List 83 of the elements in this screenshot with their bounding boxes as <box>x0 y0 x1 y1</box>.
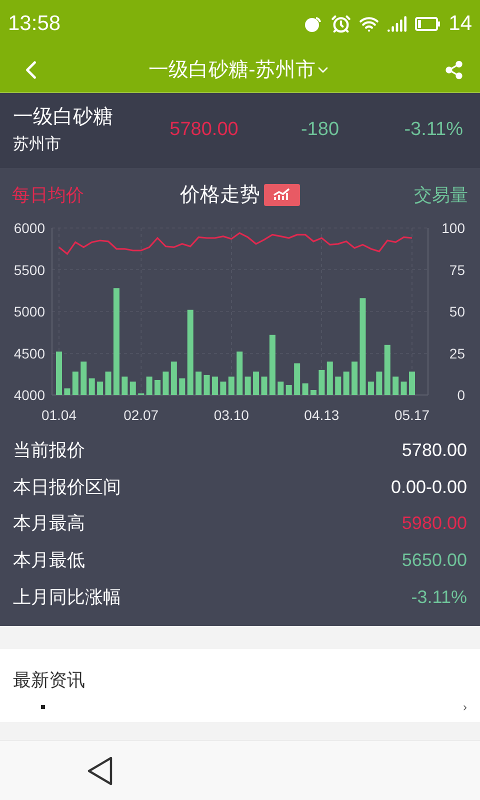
city-name: 苏州市 <box>13 134 62 154</box>
volume-bar <box>269 334 276 395</box>
volume-bar <box>154 380 160 395</box>
stat-label: 当前报价 <box>13 438 85 462</box>
axis-label: 03.10 <box>214 407 249 423</box>
axis-label: 0 <box>457 387 465 403</box>
volume-bar <box>368 382 374 395</box>
volume-bar <box>72 372 78 395</box>
volume-bar <box>97 382 104 395</box>
volume-bar <box>162 372 169 395</box>
clock-time: 13:58 <box>8 10 61 37</box>
volume-bar <box>400 382 407 395</box>
battery-level: 14 <box>448 10 472 37</box>
axis-label: 25 <box>449 345 465 362</box>
volume-bar <box>278 382 284 395</box>
stat-value: 0.00-0.00 <box>390 476 467 499</box>
stat-label: 本月最高 <box>13 512 85 536</box>
volume-bar <box>310 390 316 395</box>
volume-bar <box>302 383 308 395</box>
stat-label: 本月最低 <box>13 549 85 572</box>
volume-bar <box>244 376 251 395</box>
volume-bar <box>376 372 382 395</box>
volume-bar <box>352 362 358 395</box>
volume-bar <box>122 376 128 395</box>
volume-bar <box>236 352 243 395</box>
volume-bar <box>88 378 95 395</box>
stat-value: -3.11% <box>411 586 467 610</box>
volume-legend: 交易量 <box>328 182 468 208</box>
volume-bar <box>343 372 350 395</box>
percent-change: -3.11% <box>403 118 464 142</box>
stat-label: 本日报价区间 <box>13 476 121 499</box>
volume-bar <box>286 384 292 395</box>
axis-label: 5500 <box>14 262 45 278</box>
volume-bar <box>179 378 186 395</box>
price-change: -180 <box>300 118 340 142</box>
axis-label: 6000 <box>14 220 45 236</box>
volume-bar <box>318 370 325 395</box>
battery-icon <box>414 16 441 32</box>
news-title: 最新资讯 <box>13 669 86 692</box>
volume-bar <box>253 372 260 395</box>
axis-label: 5000 <box>14 304 45 320</box>
product-name: 一级白砂糖 <box>13 104 114 130</box>
back-nav-icon[interactable] <box>87 756 113 786</box>
volume-bar <box>196 372 202 395</box>
volume-bar <box>130 382 136 395</box>
volume-bar <box>220 382 226 395</box>
chart-type-icon[interactable] <box>264 184 300 206</box>
volume-bar <box>335 376 342 395</box>
axis-label: 05.17 <box>394 407 430 423</box>
chart-title: 价格走势 <box>180 183 260 208</box>
volume-bar <box>294 363 300 395</box>
volume-bar <box>212 376 218 395</box>
volume-bar <box>392 376 399 395</box>
volume-bar <box>326 362 333 395</box>
volume-bar <box>64 388 70 395</box>
axis-label: 50 <box>449 304 465 320</box>
signal-icon <box>386 14 407 34</box>
volume-bar <box>105 372 112 395</box>
stat-value: 5650.00 <box>402 549 467 572</box>
volume-bar <box>228 376 234 395</box>
price-value: 5780.00 <box>168 118 240 142</box>
price-legend: 每日均价 <box>12 182 152 208</box>
volume-bar <box>409 372 415 395</box>
volume-bar <box>146 376 152 395</box>
stat-label: 上月同比涨幅 <box>13 586 121 610</box>
alarm-icon <box>330 14 351 34</box>
share-icon <box>444 60 464 80</box>
volume-bar <box>56 352 62 395</box>
volume-bar <box>170 362 177 395</box>
volume-bar <box>384 344 390 395</box>
axis-label: 04.13 <box>304 407 340 423</box>
axis-label: 02.07 <box>124 407 159 423</box>
axis-label: 4500 <box>14 345 45 362</box>
volume-bar <box>80 362 87 395</box>
axis-label: 100 <box>442 220 465 236</box>
more-arrow[interactable]: › <box>463 698 467 716</box>
stat-value: 5980.00 <box>402 512 467 536</box>
volume-bar <box>261 376 268 395</box>
axis-label: 75 <box>449 262 465 278</box>
stat-value: 5780.00 <box>402 438 467 462</box>
axis-label: 01.04 <box>41 407 77 423</box>
volume-bar <box>204 374 210 395</box>
axis-label: 4000 <box>14 387 45 403</box>
